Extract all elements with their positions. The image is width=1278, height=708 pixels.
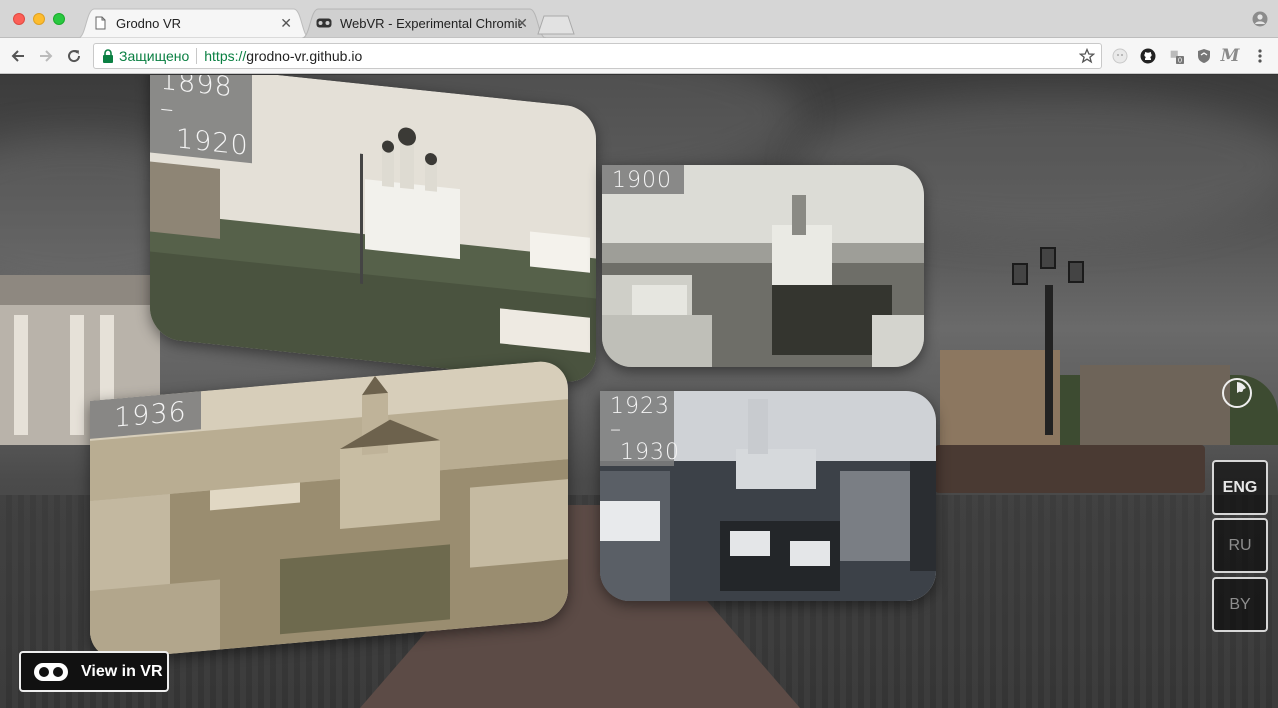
year-label: 1898 – 1920 bbox=[150, 75, 252, 164]
vr-headset-icon bbox=[34, 662, 68, 681]
year-label: 1900 bbox=[602, 165, 684, 195]
stone-bench bbox=[935, 445, 1205, 493]
arrow-right-icon bbox=[40, 50, 53, 62]
page-icon bbox=[92, 15, 108, 31]
menu-icon[interactable] bbox=[1252, 48, 1268, 64]
street-lamp bbox=[1045, 285, 1053, 435]
back-button[interactable] bbox=[8, 46, 28, 66]
year-label-line: 1898 – bbox=[160, 75, 233, 126]
shield-icon[interactable] bbox=[1196, 48, 1212, 64]
photo-card-1898-1920[interactable]: 1898 – 1920 bbox=[150, 75, 596, 385]
window-maximize-button[interactable] bbox=[53, 13, 65, 25]
extension-ghost-icon[interactable] bbox=[1112, 48, 1128, 64]
reload-button[interactable] bbox=[64, 46, 84, 66]
window-close-button[interactable] bbox=[13, 13, 25, 25]
lamp-head bbox=[1012, 263, 1028, 285]
address-separator bbox=[196, 48, 198, 64]
close-icon[interactable]: ✕ bbox=[516, 15, 528, 32]
photo-card-1923-1930[interactable]: 1923 – 1930 bbox=[600, 391, 936, 601]
year-label-line: 1920 bbox=[176, 122, 249, 162]
vr-headset-icon bbox=[316, 15, 332, 31]
view-in-vr-label: View in VR bbox=[81, 662, 163, 680]
url-scheme: https:// bbox=[204, 48, 247, 64]
window-minimize-button[interactable] bbox=[33, 13, 45, 25]
tab-grodno-vr[interactable]: Grodno VR ✕ bbox=[78, 8, 310, 38]
photo-card-1936[interactable]: 1936 bbox=[90, 359, 568, 661]
view-in-vr-button[interactable]: View in VR bbox=[19, 651, 169, 692]
building-right bbox=[940, 350, 1060, 445]
language-button-by[interactable]: BY bbox=[1212, 577, 1268, 632]
lamp-head bbox=[1040, 247, 1056, 269]
forward-button[interactable] bbox=[36, 46, 56, 66]
address-bar[interactable]: Защищено https:// grodno-vr.github.io bbox=[93, 43, 1102, 69]
extension-badge-count: 0 bbox=[1178, 57, 1182, 65]
gaze-reticle-icon bbox=[1222, 378, 1252, 408]
column bbox=[14, 315, 28, 435]
language-button-eng[interactable]: ENG bbox=[1212, 460, 1268, 515]
browser-titlebar: Grodno VR ✕ WebVR - Experimental Chromiu… bbox=[0, 0, 1278, 38]
building-roof bbox=[0, 275, 160, 305]
secure-label: Защищено bbox=[119, 48, 190, 64]
tab-title: WebVR - Experimental Chromium bbox=[340, 15, 522, 31]
url-host: grodno-vr.github.io bbox=[246, 48, 363, 64]
reload-icon bbox=[68, 50, 81, 63]
tab-webvr[interactable]: WebVR - Experimental Chromium ✕ bbox=[302, 8, 546, 38]
bookmark-star-icon[interactable] bbox=[1079, 48, 1095, 64]
extension-badge-icon[interactable]: 0 bbox=[1168, 48, 1184, 65]
github-icon[interactable] bbox=[1140, 48, 1156, 64]
historic-photo bbox=[602, 165, 924, 367]
column bbox=[70, 315, 84, 435]
browser-toolbar: Защищено https:// grodno-vr.github.io 0 … bbox=[0, 38, 1278, 74]
lock-icon bbox=[103, 49, 113, 63]
language-button-ru[interactable]: RU bbox=[1212, 518, 1268, 573]
profile-icon[interactable] bbox=[1252, 11, 1268, 27]
vr-scene[interactable]: 1898 – 1920 1900 1936 1923 – 1930 bbox=[0, 75, 1278, 708]
year-label-line: 1923 – bbox=[610, 394, 670, 443]
photo-card-1900[interactable]: 1900 bbox=[602, 165, 924, 367]
extension-m-icon[interactable]: M bbox=[1221, 46, 1240, 66]
new-tab-button[interactable] bbox=[536, 15, 576, 35]
arrow-left-icon bbox=[11, 50, 24, 62]
lamp-head bbox=[1068, 261, 1084, 283]
close-icon[interactable]: ✕ bbox=[280, 15, 292, 32]
tab-title: Grodno VR bbox=[116, 15, 182, 31]
year-label: 1923 – 1930 bbox=[600, 391, 680, 467]
year-label-line: 1930 bbox=[620, 440, 680, 466]
building-right-far bbox=[1080, 365, 1230, 445]
